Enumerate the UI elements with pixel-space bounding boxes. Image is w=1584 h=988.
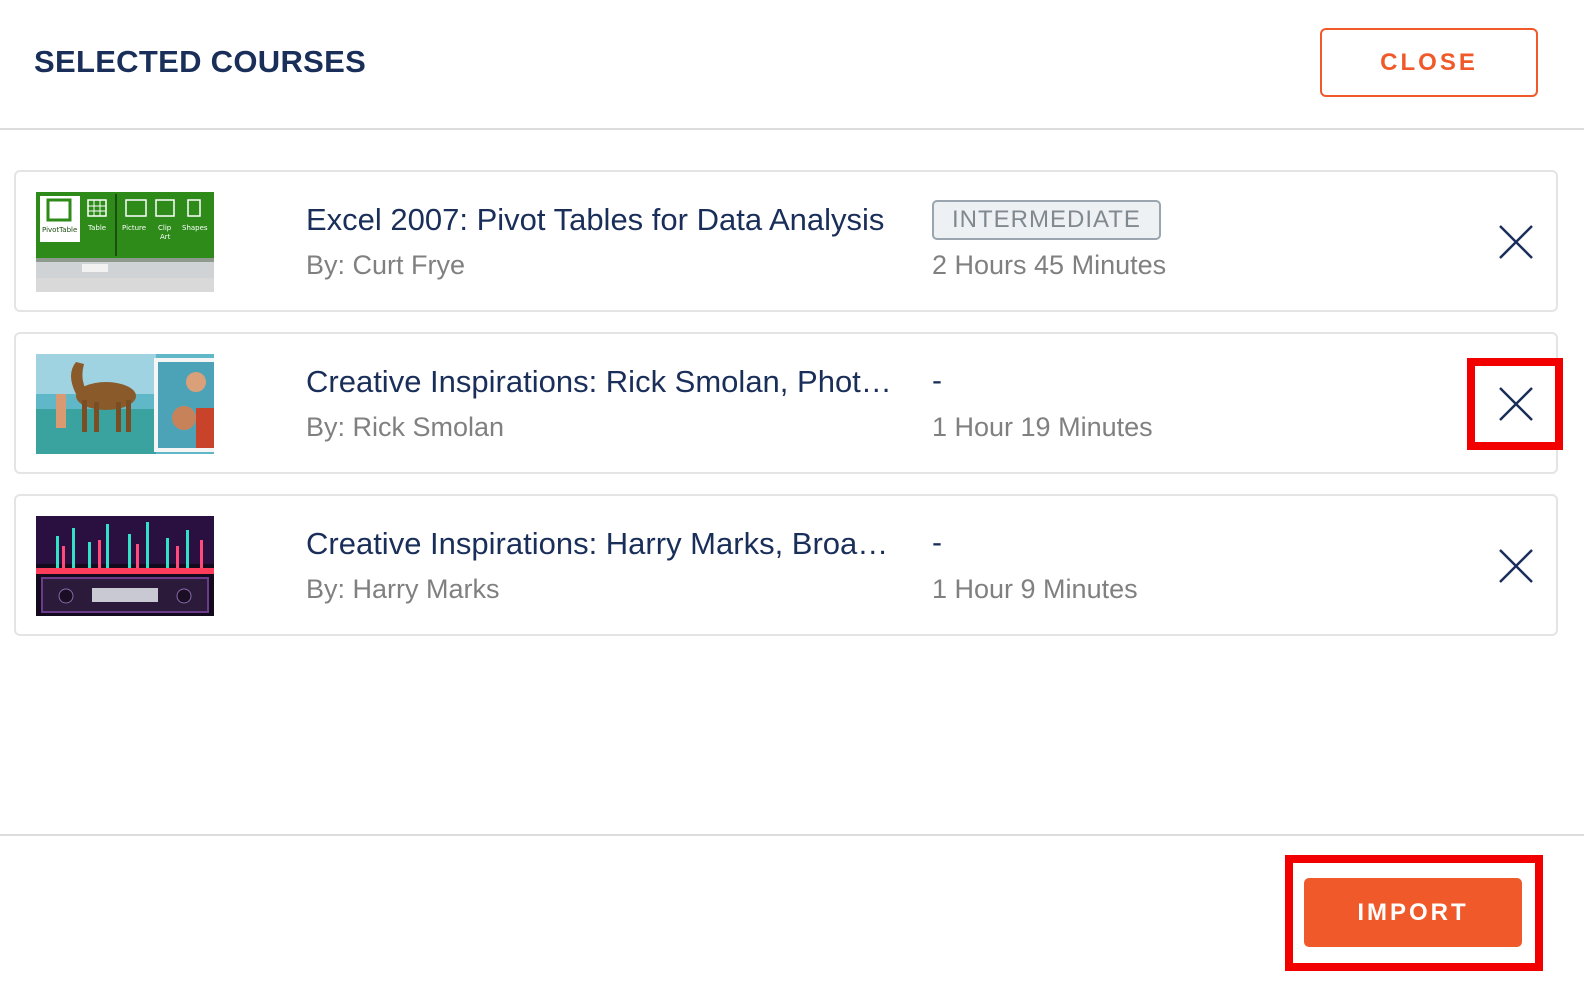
- highlight-box: [1467, 358, 1563, 450]
- level-badge: INTERMEDIATE: [932, 200, 1161, 240]
- course-author: By: Curt Frye: [306, 250, 466, 280]
- course-thumbnail: [36, 516, 214, 616]
- close-icon: [1499, 225, 1533, 259]
- highlight-box: [1285, 855, 1543, 971]
- level-empty: -: [932, 526, 942, 559]
- close-button[interactable]: CLOSE: [1320, 28, 1538, 97]
- svg-text:Picture: Picture: [122, 224, 146, 232]
- svg-text:PivotTable: PivotTable: [42, 226, 77, 234]
- svg-text:Clip: Clip: [158, 224, 172, 232]
- course-title[interactable]: Excel 2007: Pivot Tables for Data Analys…: [306, 202, 906, 238]
- course-title[interactable]: Creative Inspirations: Rick Smolan, Phot…: [306, 364, 906, 400]
- course-thumbnail: PivotTable Table Picture Clip Art Shapes: [36, 192, 214, 292]
- page-title: SELECTED COURSES: [34, 44, 367, 79]
- svg-text:Shapes: Shapes: [182, 224, 208, 232]
- remove-course-button[interactable]: [1496, 222, 1536, 262]
- dialog-header: SELECTED COURSES CLOSE: [0, 0, 1584, 130]
- level-empty: -: [932, 364, 942, 397]
- close-icon: [1499, 549, 1533, 583]
- selected-courses-dialog: SELECTED COURSES CLOSE PivotTable Table: [0, 0, 1584, 988]
- course-card: Creative Inspirations: Rick Smolan, Phot…: [14, 332, 1558, 474]
- svg-text:Table: Table: [87, 224, 106, 232]
- course-author: By: Harry Marks: [306, 574, 500, 604]
- course-card: Creative Inspirations: Harry Marks, Broa…: [14, 494, 1558, 636]
- course-duration: 1 Hour 9 Minutes: [932, 574, 1138, 604]
- course-duration: 2 Hours 45 Minutes: [932, 250, 1167, 280]
- course-duration: 1 Hour 19 Minutes: [932, 412, 1153, 442]
- course-card: PivotTable Table Picture Clip Art Shapes: [14, 170, 1558, 312]
- course-title[interactable]: Creative Inspirations: Harry Marks, Broa…: [306, 526, 906, 562]
- remove-course-button[interactable]: [1496, 546, 1536, 586]
- course-author: By: Rick Smolan: [306, 412, 505, 442]
- course-thumbnail: [36, 354, 214, 454]
- svg-text:Art: Art: [160, 233, 171, 241]
